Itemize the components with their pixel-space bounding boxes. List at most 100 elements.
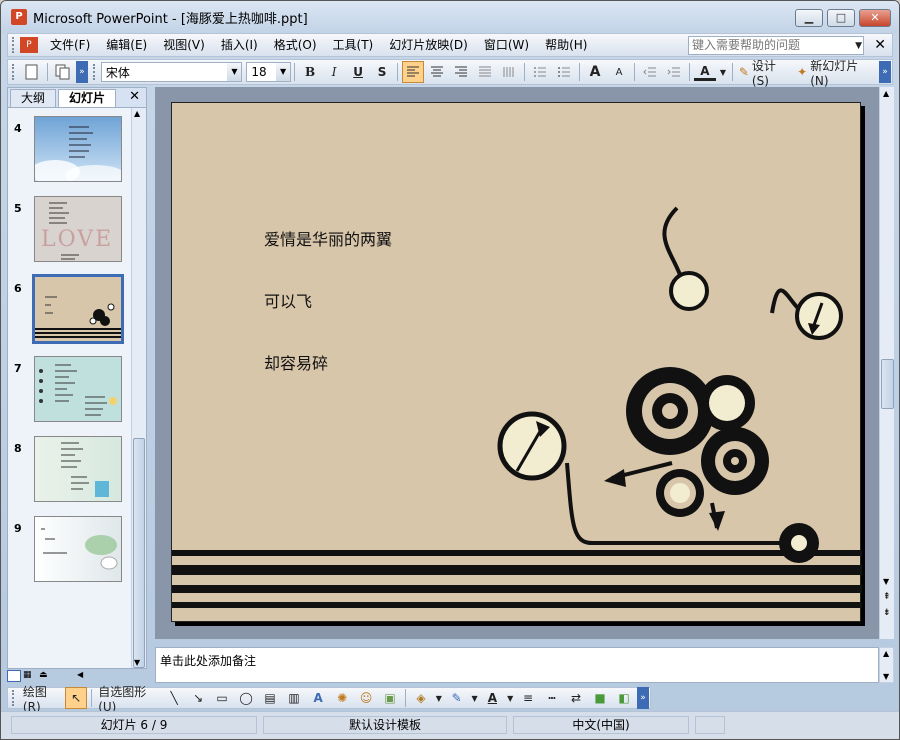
panel-scroll-thumb[interactable]	[133, 438, 145, 668]
help-dropdown-icon[interactable]: ▼	[855, 41, 862, 51]
scroll-down-icon[interactable]: ▼	[134, 658, 140, 667]
scroll-up-icon[interactable]: ▲	[134, 109, 140, 118]
clipart-icon[interactable]: ☺	[355, 687, 377, 709]
tab-slides[interactable]: 幻灯片	[58, 89, 117, 107]
select-objects-icon[interactable]: ↖	[65, 687, 88, 709]
document-icon[interactable]: P	[20, 37, 38, 53]
slide-thumb-item-selected[interactable]: 6	[12, 274, 132, 346]
increase-indent-icon[interactable]	[663, 61, 685, 83]
vertical-textbox-icon[interactable]: ▥	[283, 687, 305, 709]
underline-button[interactable]: U	[347, 61, 369, 83]
scroll-up-icon[interactable]: ▲	[883, 649, 889, 658]
shrink-font-button[interactable]: A	[608, 61, 630, 83]
font-name-select[interactable]: 宋体 ▼	[100, 62, 243, 82]
slideshow-icon[interactable]: ⏏	[39, 670, 53, 682]
font-color-button[interactable]: A	[693, 63, 716, 81]
maximize-button[interactable]: □	[827, 9, 855, 27]
slide-thumbnail-selected[interactable]	[32, 274, 124, 344]
slide-canvas[interactable]: 爱情是华丽的两翼 可以飞 却容易碎	[171, 102, 862, 622]
line-icon[interactable]: ╲	[163, 687, 185, 709]
decrease-indent-icon[interactable]	[639, 61, 661, 83]
font-toolbar-grip[interactable]	[92, 64, 96, 80]
size-dropdown-icon[interactable]: ▼	[276, 63, 291, 81]
font-size-select[interactable]: 18 ▼	[246, 62, 292, 82]
status-template[interactable]: 默认设计模板	[263, 716, 507, 734]
scroll-up-icon[interactable]: ▲	[883, 89, 889, 98]
notes-pane[interactable]: 单击此处添加备注	[155, 647, 879, 683]
numbering-icon[interactable]	[529, 61, 551, 83]
slide-thumb-item[interactable]: 5 LOVE	[12, 196, 132, 266]
normal-view-icon[interactable]	[7, 670, 21, 682]
font-color-dropdown-icon[interactable]: ▼	[718, 61, 728, 83]
toolbar-grip[interactable]	[12, 64, 15, 80]
slide-thumbnail[interactable]: LOVE	[34, 196, 122, 262]
slide-thumb-item[interactable]: 9	[12, 516, 132, 586]
panel-close-icon[interactable]: ✕	[129, 89, 140, 104]
help-search-input[interactable]: 键入需要帮助的问题	[688, 36, 864, 55]
copy-icon[interactable]	[52, 61, 74, 83]
menu-format[interactable]: 格式(O)	[266, 34, 325, 56]
line-color-dropdown-icon[interactable]: ▼	[470, 687, 480, 709]
slide-scroll-thumb[interactable]	[881, 359, 894, 409]
slide-thumb-item[interactable]: 8	[12, 436, 132, 506]
align-right-icon[interactable]	[450, 61, 472, 83]
slide-thumbnail[interactable]	[34, 356, 122, 422]
diagram-icon[interactable]: ✺	[331, 687, 353, 709]
oval-icon[interactable]: ◯	[235, 687, 257, 709]
menu-view[interactable]: 视图(V)	[155, 34, 213, 56]
rectangle-icon[interactable]: ▭	[211, 687, 233, 709]
picture-icon[interactable]: ▣	[379, 687, 401, 709]
draw-menu-button[interactable]: 绘图(R)	[21, 685, 63, 714]
hscroll-left-icon[interactable]: ◀	[77, 670, 89, 682]
scroll-down-icon[interactable]: ▼	[883, 577, 889, 586]
close-window-button[interactable]: ✕	[859, 9, 891, 27]
arrow-style-icon[interactable]: ⇄	[565, 687, 587, 709]
minimize-button[interactable]: ▁	[795, 9, 823, 27]
drawbar-font-dropdown-icon[interactable]: ▼	[505, 687, 515, 709]
bullets-icon[interactable]	[553, 61, 575, 83]
slide-scrollbar[interactable]: ▲ ▼ ⇞ ⇟	[879, 87, 894, 639]
drawbar-grip[interactable]	[12, 690, 15, 706]
autoshapes-button[interactable]: 自选图形(U)	[96, 685, 161, 714]
scroll-down-icon[interactable]: ▼	[883, 672, 889, 681]
fill-color-icon[interactable]: ◈	[410, 687, 432, 709]
wordart-icon[interactable]: A	[307, 687, 329, 709]
slide-thumbnail[interactable]	[34, 436, 122, 502]
slide-thumbnail[interactable]	[34, 116, 122, 182]
new-document-icon[interactable]	[21, 61, 43, 83]
notes-scrollbar[interactable]: ▲ ▼	[879, 647, 894, 683]
tab-outline[interactable]: 大纲	[10, 89, 57, 107]
slide-thumbnail[interactable]	[34, 516, 122, 582]
grow-font-button[interactable]: A	[584, 61, 606, 83]
menu-tools[interactable]: 工具(T)	[325, 34, 382, 56]
distribute-icon[interactable]	[474, 61, 496, 83]
shadow-style-icon[interactable]: ■	[589, 687, 611, 709]
panel-scrollbar[interactable]: ▲ ▼	[131, 108, 146, 668]
menu-file[interactable]: 文件(F)	[42, 34, 98, 56]
previous-slide-icon[interactable]: ⇞	[883, 593, 891, 602]
menu-slideshow[interactable]: 幻灯片放映(D)	[381, 34, 476, 56]
font-dropdown-icon[interactable]: ▼	[227, 63, 242, 81]
text-direction-icon[interactable]	[498, 61, 520, 83]
menu-edit[interactable]: 编辑(E)	[98, 34, 155, 56]
toolbar-options-icon[interactable]: »	[879, 61, 892, 83]
menu-window[interactable]: 窗口(W)	[476, 34, 537, 56]
arrow-icon[interactable]: ↘	[187, 687, 209, 709]
shadow-button[interactable]: S	[371, 61, 393, 83]
3d-style-icon[interactable]: ◧	[613, 687, 635, 709]
fill-dropdown-icon[interactable]: ▼	[434, 687, 444, 709]
powerpoint-app-icon[interactable]: P	[11, 9, 27, 25]
textbox-icon[interactable]: ▤	[259, 687, 281, 709]
italic-button[interactable]: I	[323, 61, 345, 83]
close-document-icon[interactable]: ✕	[874, 37, 886, 53]
dash-style-icon[interactable]: ┅	[541, 687, 563, 709]
line-style-icon[interactable]: ≡	[517, 687, 539, 709]
toolbar-options-icon[interactable]: »	[75, 61, 88, 83]
toolbar-options-icon[interactable]: »	[637, 687, 650, 709]
new-slide-button[interactable]: ✦ 新幻灯片(N)	[795, 59, 876, 88]
slide-thumb-item[interactable]: 4	[12, 116, 132, 186]
design-button[interactable]: ✎ 设计(S)	[737, 59, 793, 88]
bold-button[interactable]: B	[299, 61, 321, 83]
align-left-icon[interactable]	[402, 61, 425, 83]
align-center-icon[interactable]	[426, 61, 448, 83]
